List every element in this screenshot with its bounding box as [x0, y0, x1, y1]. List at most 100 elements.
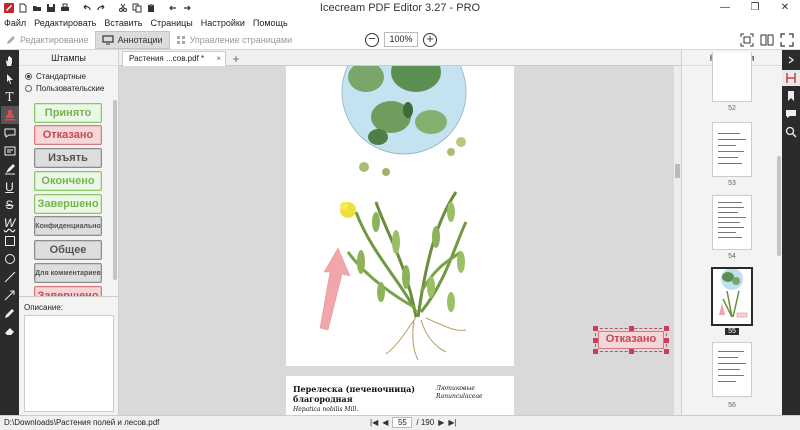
menu-edit[interactable]: Редактировать	[34, 18, 96, 28]
placed-stamp-rejected[interactable]: Отказано	[598, 331, 664, 349]
page-thumbnail-53[interactable]	[712, 122, 752, 177]
hand-tool[interactable]	[1, 52, 19, 70]
stamp-item-for-comments[interactable]: Для комментариев	[34, 263, 102, 283]
menu-pages[interactable]: Страницы	[150, 18, 192, 28]
next-page-icon[interactable]: ▶	[438, 418, 444, 427]
plant-family-ru: Лютиковые	[436, 385, 475, 392]
paste-icon[interactable]	[146, 3, 156, 13]
plant-family-latin: Ranunculaceae	[436, 393, 483, 400]
stamps-scrollbar[interactable]	[113, 100, 117, 280]
radio-standard[interactable]: Стандартные	[19, 70, 118, 82]
fit-width-icon[interactable]	[740, 33, 754, 47]
stamp-item-withdraw[interactable]: Изъять	[34, 148, 102, 168]
forward-arrow-icon[interactable]	[182, 3, 192, 13]
page-thumbnail-56[interactable]	[712, 342, 752, 397]
navigation-panel-button[interactable]	[782, 70, 800, 86]
menu-insert[interactable]: Вставить	[104, 18, 142, 28]
pages-icon	[786, 73, 796, 83]
close-tab-icon[interactable]: ×	[216, 52, 221, 65]
document-tab[interactable]: Растения ...сов.pdf * ×	[122, 51, 226, 66]
last-page-icon[interactable]: ▶|	[448, 418, 456, 427]
page-thumbnail-54[interactable]	[712, 195, 752, 250]
circle-icon	[4, 254, 15, 264]
collapse-panel-button[interactable]	[782, 52, 800, 68]
menu-settings[interactable]: Настройки	[201, 18, 245, 28]
redo-icon[interactable]	[96, 3, 106, 13]
mode-edit-button[interactable]: Редактирование	[0, 31, 95, 49]
line-tool[interactable]	[1, 268, 19, 286]
stamp-item-completed[interactable]: Завершено	[34, 194, 102, 214]
pdf-page-next: Перелеска (печеночница) благородная Hepa…	[286, 376, 514, 415]
bookmarks-panel-button[interactable]	[782, 88, 800, 104]
stamps-panel-title: Штампы	[19, 50, 118, 66]
stamp-item-general[interactable]: Общее	[34, 240, 102, 260]
highlighter-tool[interactable]	[1, 160, 19, 178]
mode-annotations-button[interactable]: Аннотации	[94, 30, 170, 49]
resize-handle[interactable]	[664, 326, 669, 331]
document-canvas[interactable]: Отказано Перелеска (печеночница) благоро…	[119, 66, 674, 415]
stamp-item-confidential[interactable]: Конфиденциально	[34, 216, 102, 236]
close-button[interactable]: ✕	[770, 0, 800, 16]
arrow-tool[interactable]	[1, 286, 19, 304]
text-tool[interactable]: T	[1, 88, 19, 106]
placed-stamp-selection[interactable]: Отказано	[593, 326, 669, 354]
resize-handle[interactable]	[629, 349, 634, 354]
menu-file[interactable]: Файл	[4, 18, 26, 28]
prev-page-icon[interactable]: ◀	[382, 418, 388, 427]
rectangle-tool[interactable]	[1, 232, 19, 250]
open-folder-icon[interactable]	[32, 3, 42, 13]
back-arrow-icon[interactable]	[168, 3, 178, 13]
page-thumbnail-52[interactable]	[712, 52, 752, 102]
stamp-item-accepted[interactable]: Принято	[34, 103, 102, 123]
description-input[interactable]	[24, 315, 114, 412]
page-thumb-label: 52	[728, 105, 736, 112]
zoom-out-button[interactable]: −	[365, 32, 379, 47]
minimize-button[interactable]: —	[710, 0, 740, 16]
stamp-tool[interactable]	[0, 106, 19, 124]
search-panel-button[interactable]	[782, 124, 800, 140]
current-page-input[interactable]: 55	[392, 417, 413, 428]
cut-icon[interactable]	[118, 3, 128, 13]
add-tab-button[interactable]: +	[230, 53, 242, 65]
zoom-in-button[interactable]: +	[423, 32, 437, 47]
grid-icon	[176, 35, 185, 44]
pdf-page-current: Отказано	[286, 66, 669, 366]
new-file-icon[interactable]	[18, 3, 28, 13]
comment-tool[interactable]	[1, 124, 19, 142]
resize-handle[interactable]	[664, 338, 669, 343]
eraser-tool[interactable]	[1, 322, 19, 340]
mode-pages-button[interactable]: Управление страницами	[170, 31, 299, 49]
two-page-view-icon[interactable]	[760, 33, 774, 47]
stamp-item-finished[interactable]: Окончено	[34, 171, 102, 191]
strikethrough-tool[interactable]: S	[1, 196, 19, 214]
ellipse-tool[interactable]	[1, 250, 19, 268]
canvas-scrollbar[interactable]	[674, 66, 681, 415]
print-icon[interactable]	[60, 3, 70, 13]
copy-icon[interactable]	[132, 3, 142, 13]
select-tool[interactable]	[1, 70, 19, 88]
squiggly-tool[interactable]: W	[1, 214, 19, 232]
zoom-control: − 100% +	[365, 32, 437, 47]
radio-custom[interactable]: Пользовательские	[19, 82, 118, 94]
resize-handle[interactable]	[593, 349, 598, 354]
comments-panel-button[interactable]	[782, 106, 800, 122]
textbox-tool[interactable]	[1, 142, 19, 160]
save-icon[interactable]	[46, 3, 56, 13]
pencil-tool[interactable]	[1, 304, 19, 322]
page-thumbnail-55[interactable]	[711, 267, 753, 326]
radio-custom-icon	[25, 84, 32, 92]
fullscreen-icon[interactable]	[780, 33, 794, 47]
menu-help[interactable]: Помощь	[253, 18, 288, 28]
total-pages: / 190	[416, 418, 435, 427]
undo-icon[interactable]	[82, 3, 92, 13]
resize-handle[interactable]	[664, 349, 669, 354]
zoom-level[interactable]: 100%	[384, 32, 418, 47]
plant-title-line1: Перелеска (печеночница)	[293, 384, 416, 394]
stamp-item-rejected[interactable]: Отказано	[34, 125, 102, 145]
navigation-scrollbar-thumb[interactable]	[777, 156, 781, 256]
maximize-button[interactable]: ❐	[740, 0, 770, 16]
text-t-icon: T	[5, 90, 14, 104]
canvas-scrollbar-thumb[interactable]	[675, 164, 680, 178]
first-page-icon[interactable]: |◀	[370, 418, 378, 427]
underline-tool[interactable]: U	[1, 178, 19, 196]
